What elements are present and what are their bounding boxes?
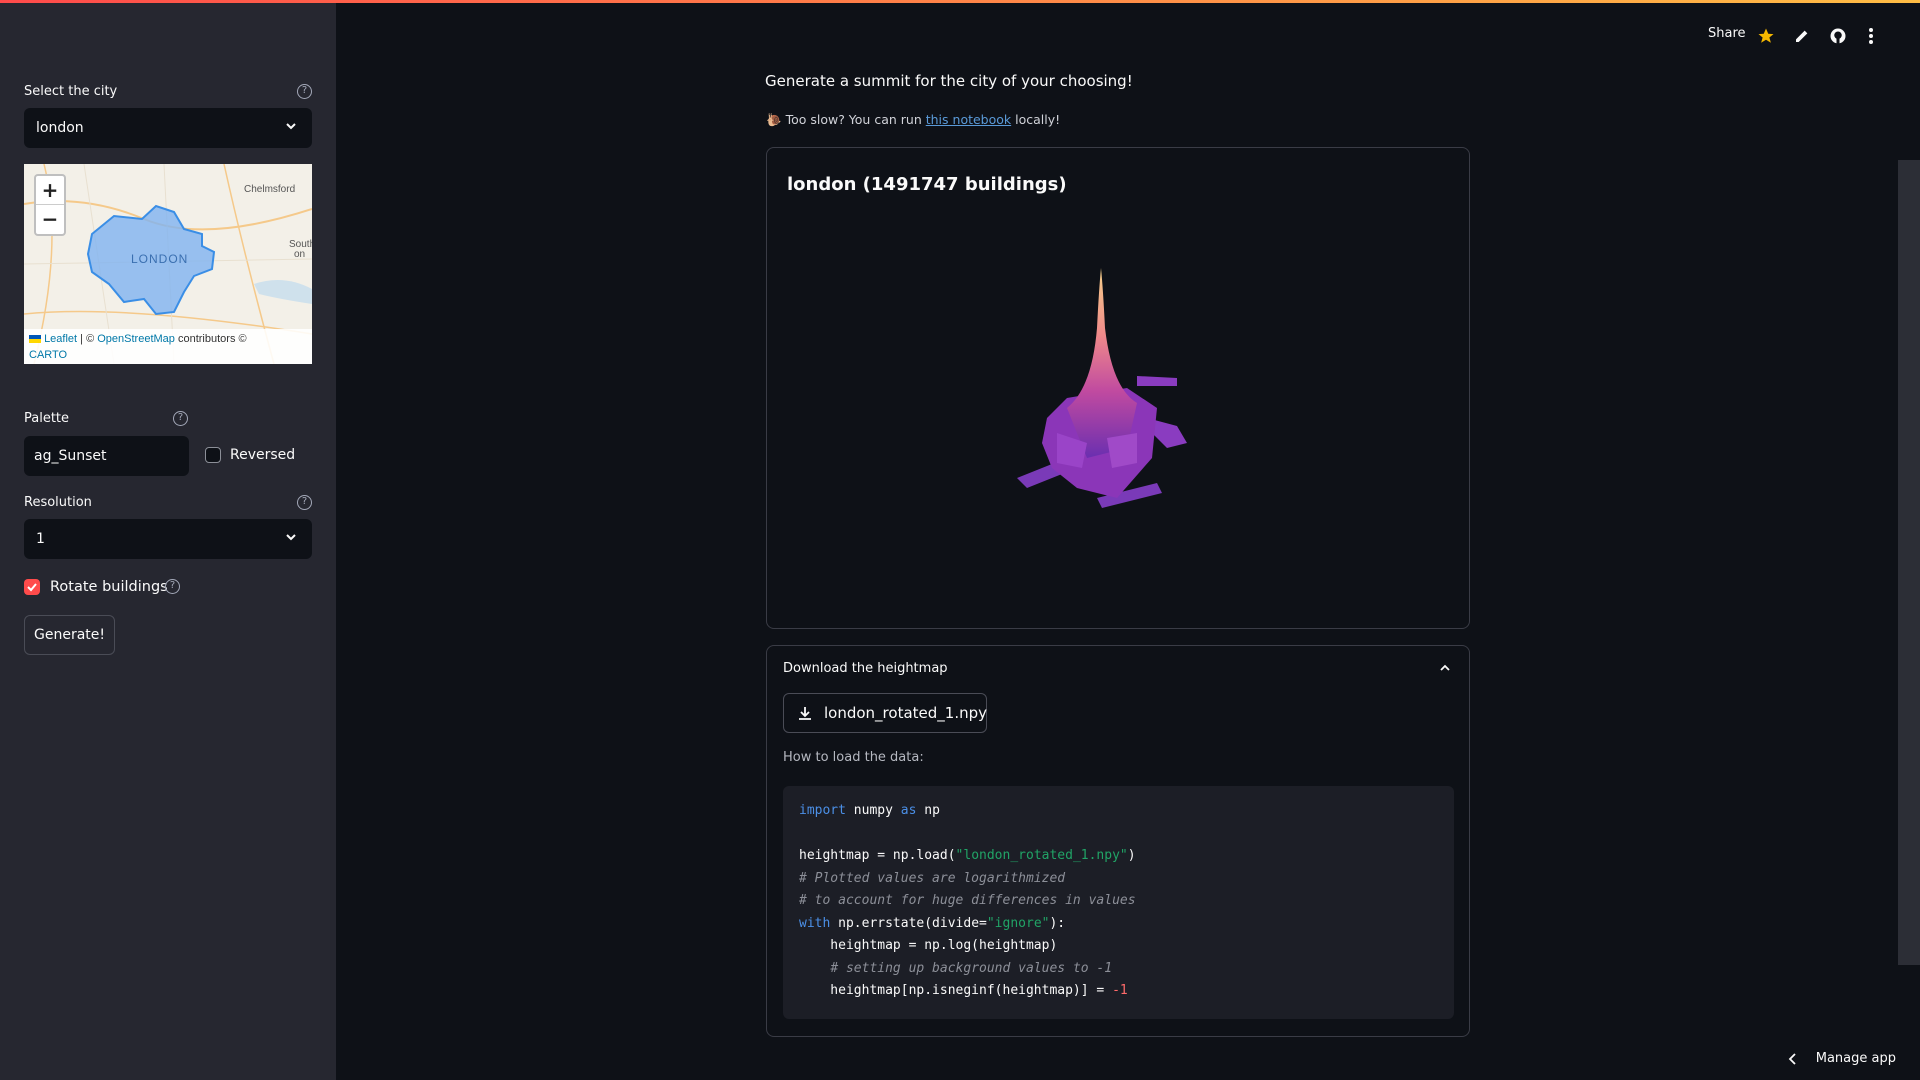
map-attribution: Leaflet | © OpenStreetMap contributors ©…	[24, 329, 312, 364]
city-select-value: london	[36, 120, 84, 136]
download-button[interactable]: london_rotated_1.npy	[783, 693, 987, 733]
palette-label: Palette	[24, 411, 70, 426]
share-button[interactable]: Share	[1708, 26, 1746, 41]
slow-notice: 🐌 Too slow? You can run this notebook lo…	[766, 112, 1060, 128]
manage-app-button[interactable]: Manage app	[1788, 1051, 1896, 1066]
ukraine-flag-icon	[29, 335, 41, 344]
map-label-chelmsford: Chelmsford	[244, 184, 296, 195]
download-icon	[799, 707, 811, 720]
slow-suffix: locally!	[1015, 112, 1061, 127]
palette-help-icon[interactable]: ?	[173, 411, 188, 426]
chevron-up-icon[interactable]	[1439, 662, 1451, 674]
howto-text: How to load the data:	[783, 750, 924, 765]
code-block: import numpy as np heightmap = np.load("…	[783, 786, 1454, 1019]
expander-header[interactable]: Download the heightmap	[783, 661, 948, 676]
map-label-london: LONDON	[131, 252, 189, 266]
summit-3d-plot[interactable]	[987, 268, 1247, 548]
city-select-label: Select the city	[24, 84, 118, 99]
download-label: london_rotated_1.npy	[824, 704, 987, 722]
city-select[interactable]: london	[24, 108, 312, 148]
plot-title: london (1491747 buildings)	[787, 174, 1067, 195]
kebab-menu-icon[interactable]	[1868, 27, 1874, 45]
resolution-select[interactable]: 1	[24, 519, 312, 559]
osm-link[interactable]: OpenStreetMap	[97, 333, 175, 345]
star-icon[interactable]	[1757, 27, 1775, 45]
top-decoration-line	[0, 0, 1920, 3]
notebook-link[interactable]: this notebook	[926, 112, 1011, 127]
attribution-separator: | ©	[80, 333, 95, 345]
chevron-down-icon	[286, 534, 296, 541]
plot-card: london (1491747 buildings)	[766, 147, 1470, 629]
resolution-label: Resolution	[24, 495, 92, 510]
map-label-on: on	[294, 249, 306, 260]
city-help-icon[interactable]: ?	[297, 84, 312, 99]
leaflet-link[interactable]: Leaflet	[44, 333, 77, 345]
carto-link[interactable]: CARTO	[29, 349, 67, 361]
reversed-checkbox[interactable]	[205, 447, 221, 463]
generate-button[interactable]: Generate!	[24, 615, 115, 655]
top-nav: Share	[1690, 26, 1890, 46]
resolution-help-icon[interactable]: ?	[297, 495, 312, 510]
resolution-select-value: 1	[36, 531, 45, 547]
zoom-out-button[interactable]: −	[36, 205, 64, 234]
palette-input[interactable]: ag_Sunset	[24, 436, 189, 476]
reversed-label: Reversed	[230, 447, 296, 463]
slow-prefix: Too slow? You can run	[785, 112, 922, 127]
map-zoom-control: + −	[34, 174, 66, 236]
manage-app-label: Manage app	[1815, 1051, 1896, 1066]
attribution-contributors: contributors ©	[177, 333, 247, 345]
chevron-down-icon	[286, 123, 296, 130]
city-map[interactable]: LONDON Chelmsford South on + − Leaflet |…	[24, 164, 312, 364]
main-scrollbar[interactable]	[1898, 160, 1920, 965]
intro-text: Generate a summit for the city of your c…	[765, 72, 1133, 90]
rotate-help-icon[interactable]: ?	[165, 579, 180, 594]
github-icon[interactable]	[1829, 27, 1847, 45]
download-expander: Download the heightmap london_rotated_1.…	[766, 645, 1470, 1037]
zoom-in-button[interactable]: +	[36, 176, 64, 205]
rotate-buildings-checkbox[interactable]	[24, 579, 40, 595]
palette-input-value: ag_Sunset	[34, 448, 107, 464]
chevron-left-icon	[1788, 1052, 1796, 1065]
pencil-icon[interactable]	[1794, 28, 1810, 44]
sidebar: Select the city ? london LONDON Chelmsfo…	[0, 0, 336, 1080]
checkmark-icon	[27, 583, 37, 592]
snail-emoji-icon: 🐌	[766, 112, 782, 127]
rotate-buildings-label: Rotate buildings	[50, 579, 168, 595]
